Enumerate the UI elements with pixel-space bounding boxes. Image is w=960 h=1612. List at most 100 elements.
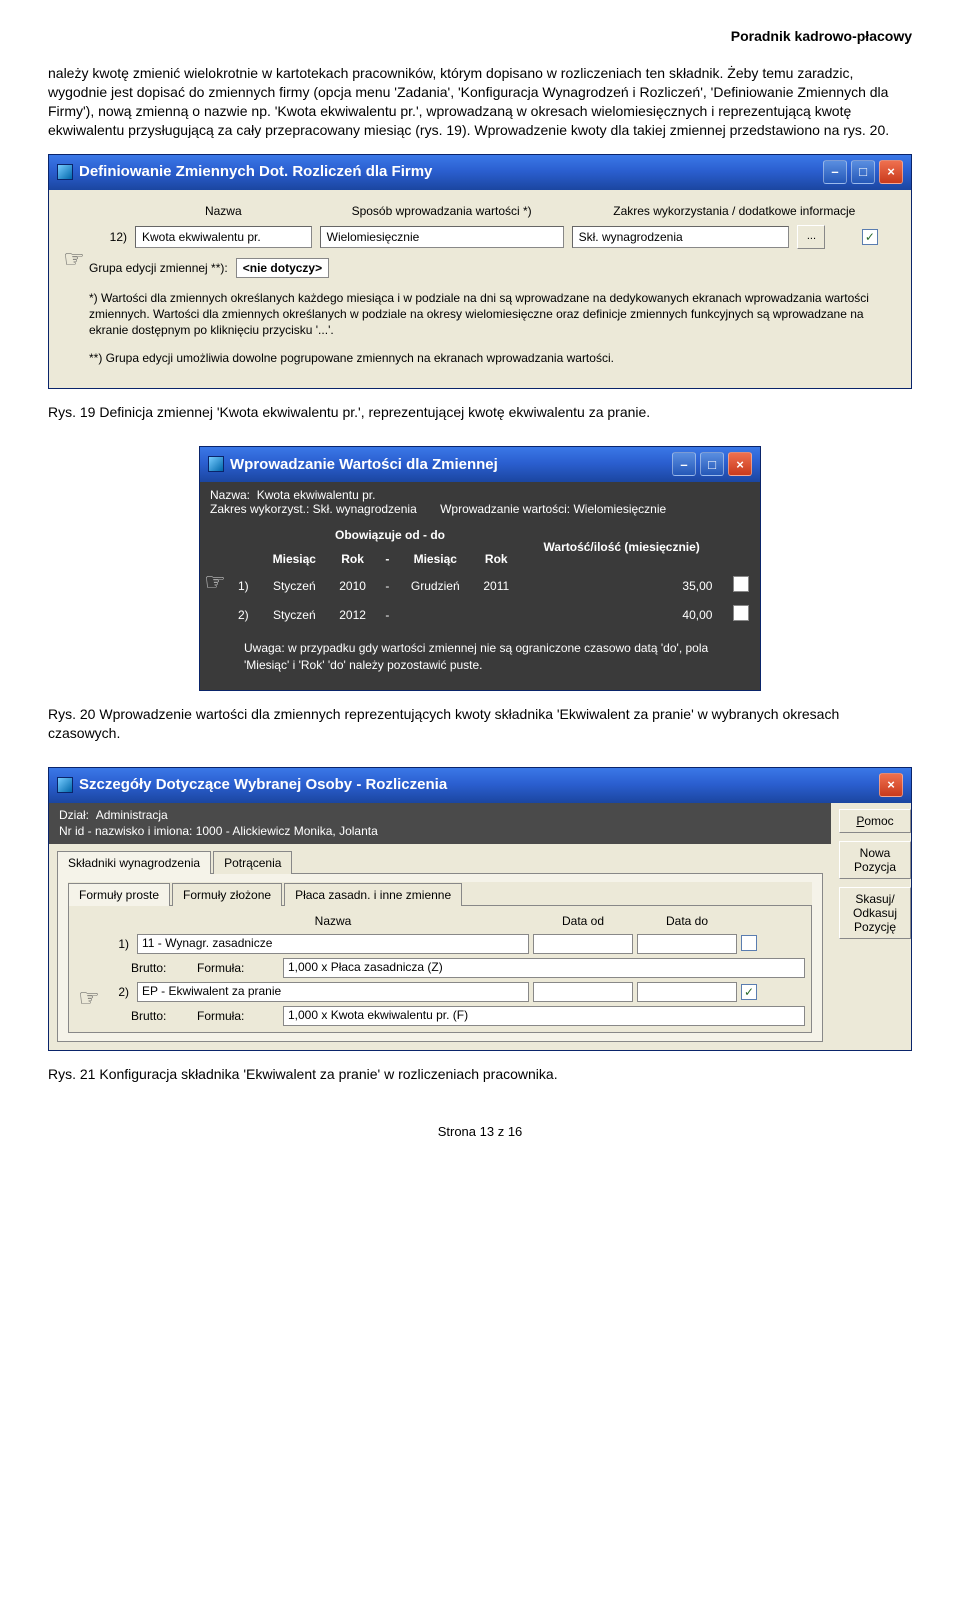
fig3-r2-brutto-lbl: Brutto: — [131, 1009, 191, 1023]
fig3-r2-formula[interactable]: 1,000 x Kwota ekwiwalentu pr. (F) — [283, 1006, 805, 1026]
close-button[interactable]: × — [728, 452, 752, 476]
fig1-mode-field[interactable]: Wielomiesięcznie — [320, 226, 564, 248]
app-icon — [208, 456, 224, 472]
fig2-r2-m1[interactable]: Styczeń — [261, 601, 327, 628]
fig2-r2-idx: 2) — [232, 601, 259, 628]
maximize-button[interactable]: □ — [851, 160, 875, 184]
app-icon — [57, 777, 73, 793]
fig2-row1: 1) Styczeń 2010 - Grudzień 2011 35,00 — [232, 572, 758, 599]
nowa-pozycja-button[interactable]: Nowa Pozycja — [839, 841, 911, 879]
fig3-r1-formula[interactable]: 1,000 x Płaca zasadnicza (Z) — [283, 958, 805, 978]
fig2-h-y2: Rok — [474, 548, 519, 570]
fig3-r1-idx: 1) — [103, 936, 133, 952]
fig2-h-range: Obowiązuje od - do — [261, 524, 519, 546]
close-button[interactable]: × — [879, 160, 903, 184]
fig2-scope: Zakres wykorzyst.: Skł. wynagrodzenia — [210, 502, 417, 516]
maximize-button[interactable]: □ — [700, 452, 724, 476]
fig2-r2-val[interactable]: 40,00 — [521, 601, 723, 628]
fig2-r1-m1[interactable]: Styczeń — [261, 572, 327, 599]
fig2-h-value: Wartość/ilość (miesięcznie) — [521, 524, 723, 570]
fig3-r1-chk[interactable] — [741, 935, 757, 951]
fig3-r1-dataod[interactable] — [533, 934, 633, 954]
fig2-h-m1: Miesiąc — [261, 548, 327, 570]
fig2-r2-sep: - — [378, 601, 397, 628]
fig2-note: Uwaga: w przypadku gdy wartości zmiennej… — [230, 630, 760, 690]
fig2-r2-m2[interactable] — [399, 601, 472, 628]
fig1-title: Definiowanie Zmiennych Dot. Rozliczeń dl… — [79, 163, 432, 180]
fig3-person: Nr id - nazwisko i imiona: 1000 - Alicki… — [59, 824, 378, 838]
caption-fig19: Rys. 19 Definicja zmiennej 'Kwota ekwiwa… — [48, 403, 912, 422]
fig2-r1-sep: - — [378, 572, 397, 599]
fig1-group-label: Grupa edycji zmiennej **): — [89, 261, 228, 275]
minimize-button[interactable]: – — [672, 452, 696, 476]
page-footer: Strona 13 z 16 — [48, 1124, 912, 1139]
app-icon — [57, 164, 73, 180]
fig3-info: Dział: Administracja Nr id - nazwisko i … — [49, 803, 831, 845]
fig2-name-value: Kwota ekwiwalentu pr. — [257, 488, 376, 502]
fig3-title: Szczegóły Dotyczące Wybranej Osoby - Roz… — [79, 776, 447, 793]
caption-fig21: Rys. 21 Konfiguracja składnika 'Ekwiwale… — [48, 1065, 912, 1084]
fig3-col-dataod: Data od — [533, 912, 633, 930]
subtab-proste[interactable]: Formuły proste — [68, 883, 170, 906]
fig3-r1-brutto-lbl: Brutto: — [131, 961, 191, 975]
fig1-col-scope: Zakres wykorzystania / dodatkowe informa… — [568, 200, 901, 222]
fig2-r2-chk[interactable] — [733, 605, 749, 621]
fig3-r1-datado[interactable] — [637, 934, 737, 954]
close-button[interactable]: × — [879, 773, 903, 797]
fig3-r2-chk[interactable]: ✓ — [741, 984, 757, 1000]
fig3-r2-datado[interactable] — [637, 982, 737, 1002]
fig3-r2-dataod[interactable] — [533, 982, 633, 1002]
fig2-r1-idx: 1) — [232, 572, 259, 599]
tab-potracenia[interactable]: Potrącenia — [213, 851, 292, 874]
fig3-col-nazwa: Nazwa — [137, 912, 529, 930]
fig1-col-name: Nazwa — [131, 200, 316, 222]
fig2-info: Nazwa: Kwota ekwiwalentu pr. Zakres wyko… — [200, 482, 760, 522]
minimize-button[interactable]: – — [823, 160, 847, 184]
fig3-dept-value: Administracja — [96, 808, 168, 822]
fig3-r1-name[interactable]: 11 - Wynagr. zasadnicze — [137, 934, 529, 954]
caption-fig20: Rys. 20 Wprowadzenie wartości dla zmienn… — [48, 705, 912, 743]
fig1-footnote2: **) Grupa edycji umożliwia dowolne pogru… — [89, 350, 901, 366]
fig1-footnote1: *) Wartości dla zmiennych określanych ka… — [89, 290, 901, 339]
fig2-r1-y2[interactable]: 2011 — [474, 572, 519, 599]
skasuj-button[interactable]: Skasuj/ Odkasuj Pozycję — [839, 887, 911, 939]
fig1-window: Definiowanie Zmiennych Dot. Rozliczeń dl… — [48, 154, 912, 390]
fig3-dept-label: Dział: — [59, 808, 89, 822]
fig2-title: Wprowadzanie Wartości dla Zmiennej — [230, 456, 498, 473]
fig1-scope-field[interactable]: Skł. wynagrodzenia — [572, 226, 790, 248]
fig1-col-mode: Sposób wprowadzania wartości *) — [316, 200, 568, 222]
fig3-window: Szczegóły Dotyczące Wybranej Osoby - Roz… — [48, 767, 912, 1052]
subtab-zlozone[interactable]: Formuły złożone — [172, 883, 282, 906]
fig3-titlebar: Szczegóły Dotyczące Wybranej Osoby - Roz… — [49, 768, 911, 803]
fig2-r2-y2[interactable] — [474, 601, 519, 628]
page-header: Poradnik kadrowo-płacowy — [48, 28, 912, 44]
fig2-titlebar: Wprowadzanie Wartości dla Zmiennej – □ × — [200, 447, 760, 482]
fig1-checkbox[interactable]: ✓ — [862, 229, 878, 245]
fig1-group-value[interactable]: <nie dotyczy> — [236, 258, 329, 278]
fig3-col-datado: Data do — [637, 912, 737, 930]
pointer-icon: ☞ — [59, 200, 89, 272]
fig3-r2-name[interactable]: EP - Ekwiwalent za pranie — [137, 982, 529, 1002]
fig2-name-label: Nazwa: — [210, 488, 250, 502]
fig1-more-button[interactable]: ... — [797, 225, 825, 249]
fig2-h-m2: Miesiąc — [399, 548, 472, 570]
fig2-r2-y1[interactable]: 2012 — [329, 601, 375, 628]
pointer-icon: ☞ — [200, 522, 230, 690]
intro-paragraph: należy kwotę zmienić wielokrotnie w kart… — [48, 64, 912, 140]
fig3-r2-formula-lbl: Formuła: — [197, 1009, 277, 1023]
fig3-r2-idx: 2) — [103, 984, 133, 1000]
fig2-mode: Wprowadzanie wartości: Wielomiesięcznie — [440, 502, 666, 516]
fig2-row2: 2) Styczeń 2012 - 40,00 — [232, 601, 758, 628]
fig2-window: Wprowadzanie Wartości dla Zmiennej – □ ×… — [199, 446, 761, 691]
fig2-r1-chk[interactable] — [733, 576, 749, 592]
tab-skladniki[interactable]: Składniki wynagrodzenia — [57, 851, 211, 874]
fig2-r1-val[interactable]: 35,00 — [521, 572, 723, 599]
fig1-row-index: 12) — [89, 222, 131, 252]
subtab-placa[interactable]: Płaca zasadn. i inne zmienne — [284, 883, 462, 906]
fig1-name-field[interactable]: Kwota ekwiwalentu pr. — [135, 226, 312, 248]
fig1-titlebar: Definiowanie Zmiennych Dot. Rozliczeń dl… — [49, 155, 911, 190]
fig2-r1-y1[interactable]: 2010 — [329, 572, 375, 599]
pointer-icon: ☞ — [75, 912, 103, 1026]
fig2-r1-m2[interactable]: Grudzień — [399, 572, 472, 599]
pomoc-button[interactable]: Pomoc — [839, 809, 911, 833]
